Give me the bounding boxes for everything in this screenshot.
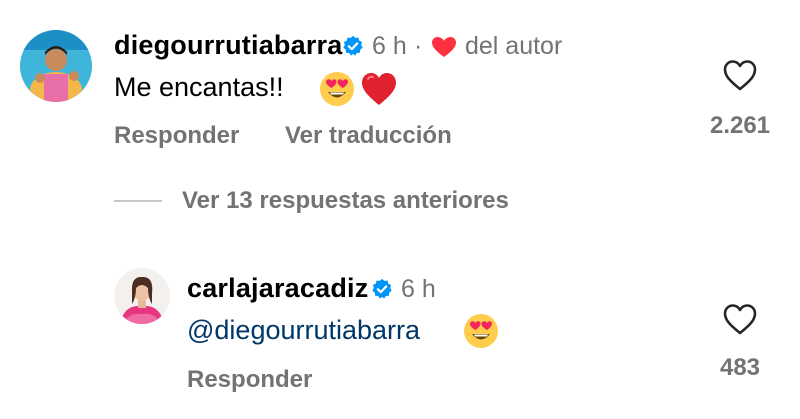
author-label: del autor	[465, 32, 563, 60]
like-count: 2.261	[709, 112, 771, 139]
replies-divider-line	[114, 200, 162, 202]
comment-text: Me encantas!!	[114, 72, 284, 102]
reply-timestamp: 6 h	[401, 275, 436, 303]
avatar-diegourrutiabarra[interactable]	[20, 30, 92, 102]
avatar-carlajaracadiz[interactable]	[114, 268, 170, 324]
separator-dot: ·	[414, 32, 423, 60]
comment-username[interactable]: diegourrutiabarra	[114, 30, 342, 61]
like-heart-icon[interactable]	[722, 58, 758, 92]
like-count: 483	[719, 354, 761, 381]
verified-badge-icon	[343, 35, 363, 56]
author-liked-heart-icon	[432, 37, 456, 57]
verified-badge-icon	[372, 278, 392, 299]
reply-button[interactable]: Responder	[114, 122, 239, 150]
comment-timestamp: 6 h	[372, 32, 407, 60]
heart-eyes-emoji-icon	[320, 72, 354, 106]
red-heart-emoji-icon	[362, 73, 396, 105]
like-heart-icon[interactable]	[722, 302, 758, 336]
mention-link[interactable]: @diegourrutiabarra	[187, 315, 420, 346]
view-previous-replies-button[interactable]: Ver 13 respuestas anteriores	[182, 187, 509, 215]
see-translation-button[interactable]: Ver traducción	[285, 122, 452, 150]
heart-eyes-emoji-icon	[464, 314, 498, 348]
reply-button[interactable]: Responder	[187, 366, 312, 394]
reply-username[interactable]: carlajaracadiz	[187, 273, 368, 304]
